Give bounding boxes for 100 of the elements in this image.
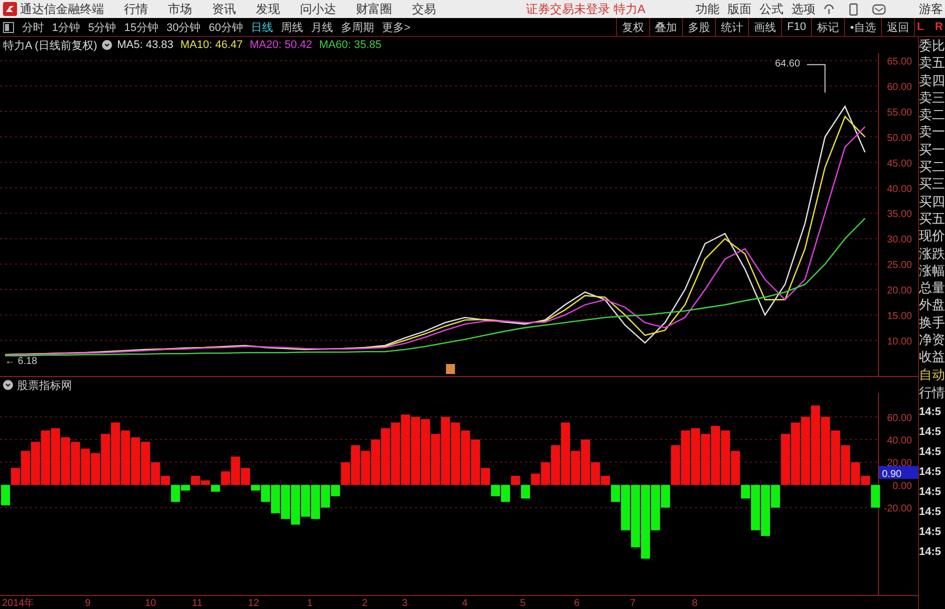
axis-tick-label: 45.00 (886, 158, 912, 170)
period-tab[interactable]: 30分钟 (166, 20, 201, 34)
date-axis-label: 4 (462, 598, 468, 609)
date-axis-label: 8 (692, 598, 698, 609)
axis-tick-label: 35.00 (886, 209, 912, 220)
chart-title: 特力A (日线前复权) (3, 38, 98, 52)
axis-tick-label: -20.00 (884, 504, 912, 515)
app-title: 通达信金融终端 (20, 0, 104, 18)
mail-icon[interactable] (872, 4, 886, 14)
mode-label[interactable]: 行情 (919, 384, 945, 402)
period-tab[interactable]: 月线 (311, 20, 333, 34)
date-axis-label: 7 (630, 598, 636, 609)
menu-item[interactable]: 版面 (727, 0, 752, 18)
indicator-bar (71, 442, 80, 485)
axis-tick-label: 30.00 (886, 234, 912, 246)
trade-time: 14:5 (919, 484, 942, 500)
period-tab[interactable]: 周线 (281, 20, 303, 34)
panel-toggle-icon[interactable] (3, 22, 14, 32)
phone-icon[interactable] (849, 2, 858, 16)
quote-label: 卖二 (919, 106, 945, 124)
menu-item[interactable]: 公式 (759, 0, 784, 18)
menu-item[interactable]: 市场 (168, 0, 192, 18)
indicator-bar (281, 484, 290, 519)
indicator-bar (111, 422, 120, 485)
ma-legend: MA60: 35.85 (319, 39, 382, 51)
indicator-bar (431, 434, 440, 485)
period-tab[interactable]: 60分钟 (208, 20, 243, 34)
axis-tick-label: 20.00 (886, 286, 912, 297)
indicator-bar (451, 422, 460, 485)
quote-label: 总量 (919, 279, 945, 296)
trade-time: 14:5 (919, 524, 942, 540)
period-tab[interactable]: 15分钟 (124, 20, 158, 34)
axis-tick-label: 50.00 (886, 132, 912, 144)
mode-label[interactable]: 自动 (919, 366, 945, 384)
trade-time: 14:5 (919, 544, 942, 560)
axis-tick-label: 10.00 (886, 336, 912, 348)
quote-label: 买五 (919, 210, 945, 228)
indicator-bar (131, 437, 140, 485)
menu-item[interactable]: 发现 (256, 0, 280, 18)
date-axis-label: 2 (362, 598, 368, 609)
menu-item[interactable]: 功能 (695, 0, 720, 18)
period-tab[interactable]: 1分钟 (52, 20, 80, 34)
axis-tick-label: 60.00 (886, 82, 912, 94)
date-axis-label: 1 (307, 598, 313, 609)
period-tab[interactable]: 分时 (22, 20, 44, 34)
indicator-bar (631, 484, 640, 548)
menu-item[interactable]: 交易 (412, 0, 436, 18)
quote-label: 收益 (919, 348, 945, 366)
app-logo-icon (3, 2, 17, 16)
quote-label: 卖一 (919, 123, 945, 141)
axis-tick-label: 20.00 (886, 458, 912, 470)
date-axis-label: 2014年 (2, 598, 34, 609)
ma-legend: MA10: 46.47 (180, 39, 243, 51)
quote-label: 涨跌 (919, 244, 945, 262)
period-tab[interactable]: 日线 (251, 20, 273, 34)
period-tab[interactable]: 多周期 (341, 20, 374, 34)
quote-label: 涨幅 (919, 262, 945, 280)
quote-label: 卖五 (919, 54, 945, 72)
axis-tick-label: 40.00 (886, 436, 912, 447)
login-status: 证券交易未登录 特力A (526, 0, 646, 18)
peak-price-label: 64.60 (775, 58, 800, 70)
bulb-icon[interactable] (823, 2, 836, 16)
event-marker-icon[interactable] (446, 364, 455, 374)
axis-tick-label: 40.00 (886, 184, 912, 195)
menu-item[interactable]: 资讯 (212, 0, 236, 18)
menu-item[interactable]: 选项 (791, 0, 816, 18)
indicator-bar (301, 484, 310, 517)
indicator-bar (391, 422, 400, 485)
period-tab[interactable]: 5分钟 (88, 20, 116, 34)
axis-tick-label: 0.00 (892, 480, 912, 492)
axis-tick-label: 65.00 (886, 56, 912, 68)
date-axis-label: 11 (192, 598, 202, 609)
indicator-bar (81, 448, 90, 485)
indicator-bar (401, 414, 410, 485)
indicator-bar (371, 440, 380, 485)
corner-label: L (917, 21, 924, 33)
indicator-bar (61, 437, 70, 485)
menu-item[interactable]: 问小达 (300, 0, 336, 18)
indicator-bar (411, 416, 420, 485)
trade-time: 14:5 (919, 444, 942, 460)
trade-time: 14:5 (919, 504, 942, 520)
ma-legend: MA5: 43.83 (117, 39, 174, 51)
quote-label: 买四 (919, 192, 945, 210)
chevron-circle-icon[interactable] (3, 380, 13, 390)
period-tab[interactable]: 更多> (382, 20, 410, 34)
ma-legend: MA20: 50.42 (250, 39, 312, 51)
quote-label: 委比 (919, 37, 945, 54)
date-axis-label: 6 (574, 598, 580, 609)
chevron-circle-icon[interactable] (102, 40, 112, 50)
indicator-bar (31, 442, 40, 485)
indicator-bar (361, 450, 370, 485)
menu-item[interactable]: 财富圈 (356, 0, 392, 18)
date-axis-label: 5 (520, 598, 526, 609)
axis-tick-label: 25.00 (886, 260, 912, 272)
indicator-bar (41, 430, 50, 485)
quote-label: 买一 (919, 140, 945, 158)
user-label[interactable]: 游客 (919, 0, 943, 18)
quote-label: 买三 (919, 175, 945, 193)
menu-item[interactable]: 行情 (124, 0, 148, 18)
trade-time: 14:5 (919, 424, 942, 440)
